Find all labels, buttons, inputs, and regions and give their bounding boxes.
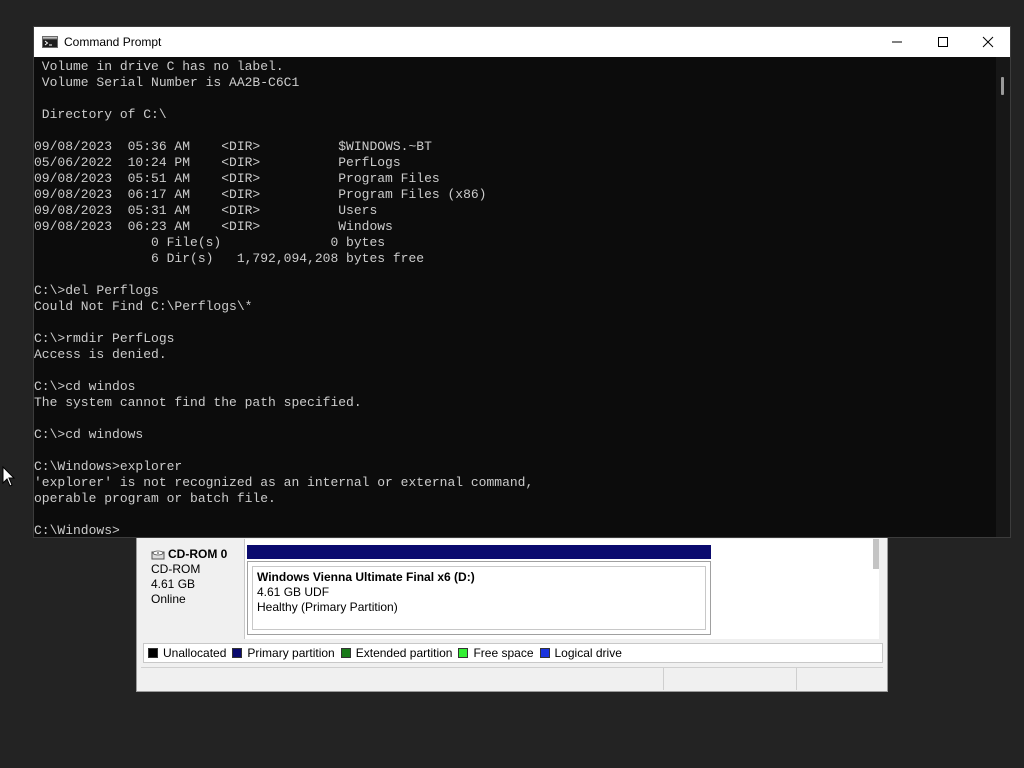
console-output[interactable]: Volume in drive C has no label. Volume S… bbox=[34, 57, 996, 537]
cdrom-icon bbox=[151, 550, 165, 559]
cmd-icon bbox=[42, 36, 58, 48]
volume-header-bar bbox=[247, 545, 711, 559]
window-title: Command Prompt bbox=[64, 35, 162, 49]
status-cell bbox=[797, 668, 881, 690]
close-icon bbox=[982, 36, 994, 48]
console-scrollbar[interactable] bbox=[996, 57, 1010, 537]
scrollbar-thumb[interactable] bbox=[1001, 77, 1004, 95]
legend-swatch bbox=[340, 648, 351, 658]
disk-type: CD-ROM bbox=[151, 562, 201, 576]
disk-info-panel[interactable]: CD-ROM 0 CD-ROM 4.61 GB Online bbox=[143, 539, 245, 639]
legend-item-unallocated: Unallocated bbox=[148, 646, 226, 660]
disk-size: 4.61 GB bbox=[151, 577, 196, 591]
disk-name: CD-ROM 0 bbox=[168, 547, 228, 561]
close-button[interactable] bbox=[965, 27, 1011, 57]
disk-status: Online bbox=[151, 592, 186, 606]
legend-swatch bbox=[232, 648, 243, 658]
legend-swatch bbox=[458, 648, 469, 658]
legend-label: Extended partition bbox=[355, 646, 453, 660]
status-cell bbox=[141, 668, 664, 690]
minimize-button[interactable] bbox=[874, 27, 920, 57]
legend-swatch bbox=[148, 648, 158, 658]
disk-scrollbar[interactable] bbox=[873, 539, 879, 569]
mouse-pointer-icon bbox=[2, 466, 16, 487]
legend-label: Unallocated bbox=[163, 646, 227, 660]
legend-item-logical: Logical drive bbox=[539, 646, 622, 660]
legend-label: Primary partition bbox=[247, 646, 335, 660]
maximize-icon bbox=[938, 37, 948, 47]
legend-item-free-space: Free space bbox=[458, 646, 534, 660]
minimize-icon bbox=[892, 41, 902, 43]
legend-swatch bbox=[539, 648, 550, 658]
legend-label: Logical drive bbox=[554, 646, 622, 660]
title-bar[interactable]: Command Prompt bbox=[34, 27, 1010, 57]
volume-filesystem: 4.61 GB UDF bbox=[257, 585, 330, 599]
disk-row[interactable]: CD-ROM 0 CD-ROM 4.61 GB Online Windows V… bbox=[143, 539, 879, 639]
status-cell bbox=[664, 668, 797, 690]
console-text: Volume in drive C has no label. Volume S… bbox=[34, 59, 534, 537]
disk-management-window: CD-ROM 0 CD-ROM 4.61 GB Online Windows V… bbox=[136, 520, 888, 692]
volume-name: Windows Vienna Ultimate Final x6 (D:) bbox=[257, 570, 475, 584]
command-prompt-window[interactable]: Command Prompt Volume in drive C has no … bbox=[33, 26, 1011, 538]
volume-block[interactable]: Windows Vienna Ultimate Final x6 (D:) 4.… bbox=[247, 561, 711, 635]
maximize-button[interactable] bbox=[920, 27, 966, 57]
legend-item-extended: Extended partition bbox=[340, 646, 453, 660]
status-bar bbox=[141, 667, 883, 690]
volume-status: Healthy (Primary Partition) bbox=[257, 600, 398, 614]
legend-item-primary: Primary partition bbox=[232, 646, 335, 660]
partition-legend: Unallocated Primary partition Extended p… bbox=[143, 643, 883, 663]
legend-label: Free space bbox=[473, 646, 534, 660]
